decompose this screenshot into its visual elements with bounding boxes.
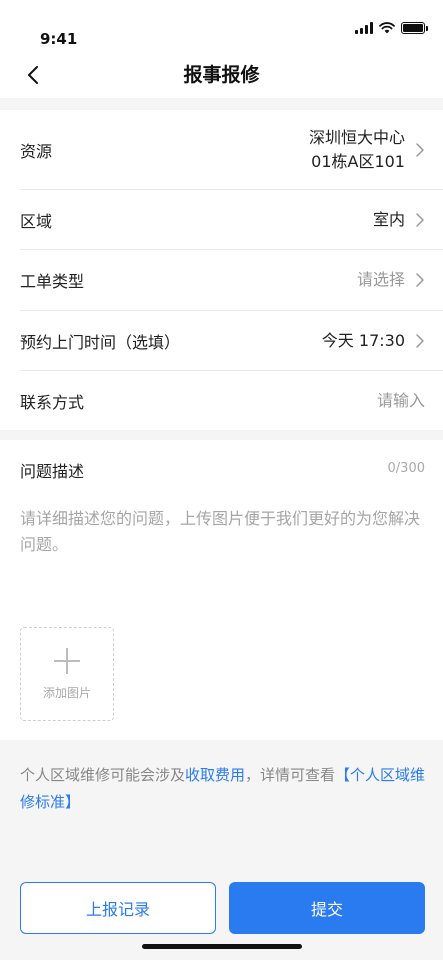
order-type-row[interactable]: 工单类型 请选择 — [20, 250, 443, 311]
chevron-right-icon — [416, 333, 424, 348]
signal-icon — [355, 22, 373, 34]
chevron-right-icon — [416, 212, 424, 227]
order-type-label: 工单类型 — [20, 272, 85, 291]
resource-label: 资源 — [20, 141, 53, 161]
battery-icon — [401, 22, 428, 34]
home-indicator — [142, 944, 302, 949]
add-photo-label: 添加图片 — [42, 685, 91, 700]
status-time: 9:41 — [40, 30, 78, 48]
fee-notice: 个人区域维修可能会涉及收取费用，详情可查看【个人区域维修标准】 — [20, 762, 430, 816]
status-bar: 9:41 — [0, 0, 443, 52]
resource-value: 深圳恒大中心 01栋A区101 — [309, 126, 405, 174]
description-textarea[interactable]: 请详细描述您的问题，上传图片便于我们更好的为您解决问题。 — [20, 506, 430, 558]
report-history-button[interactable]: 上报记录 — [20, 882, 216, 934]
area-row[interactable]: 区域 室内 — [20, 190, 443, 250]
area-label: 区域 — [20, 211, 53, 231]
notice-middle: ，详情可查看 — [245, 766, 336, 784]
resource-value-line1: 深圳恒大中心 — [308, 127, 405, 147]
char-counter: 0/300 — [387, 461, 425, 476]
resource-row[interactable]: 资源 深圳恒大中心 01栋A区101 — [20, 110, 443, 190]
appointment-value: 今天 17:30 — [321, 330, 405, 350]
contact-row[interactable]: 联系方式 请输入 — [20, 371, 443, 430]
chevron-right-icon — [416, 273, 424, 287]
appointment-label: 预约上门时间（选填） — [20, 332, 181, 352]
wifi-icon — [379, 22, 395, 34]
appointment-row[interactable]: 预约上门时间（选填） 今天 17:30 — [20, 311, 443, 371]
contact-label: 联系方式 — [20, 392, 85, 412]
plus-icon — [54, 647, 80, 674]
add-photo-button[interactable]: 添加图片 — [20, 627, 114, 721]
order-type-placeholder: 请选择 — [356, 270, 405, 289]
fee-link[interactable]: 收取费用 — [185, 766, 245, 784]
page-title: 报事报修 — [183, 64, 260, 86]
resource-value-line2: 01栋A区101 — [311, 151, 405, 171]
nav-bar: 报事报修 — [0, 52, 443, 98]
description-card: 问题描述 0/300 请详细描述您的问题，上传图片便于我们更好的为您解决问题。 … — [0, 440, 443, 740]
form-card: 资源 深圳恒大中心 01栋A区101 区域 室内 工单类型 请选择 预约上门时间… — [0, 110, 443, 430]
notice-prefix: 个人区域维修可能会涉及 — [20, 766, 186, 784]
chevron-right-icon — [416, 142, 424, 157]
area-value: 室内 — [372, 209, 405, 229]
status-icons — [355, 22, 428, 34]
contact-input[interactable]: 请输入 — [377, 389, 425, 413]
description-label: 问题描述 — [20, 462, 85, 481]
submit-button[interactable]: 提交 — [229, 882, 425, 934]
